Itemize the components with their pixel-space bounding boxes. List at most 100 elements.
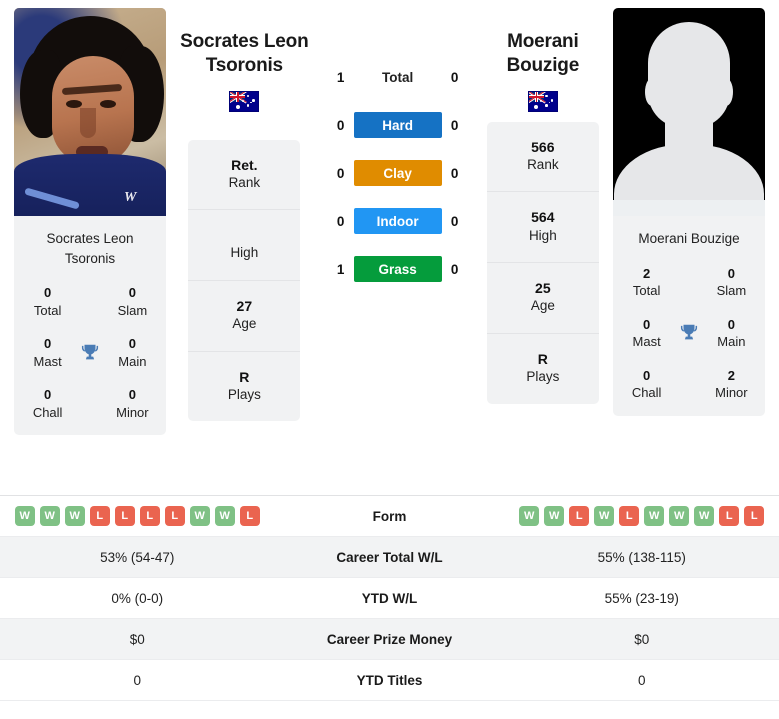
surface-row-hard: 0 Hard 0 — [323, 112, 473, 138]
stat-minor-label-left: Minor — [116, 404, 149, 420]
surface-row-total: 1 Total 0 — [323, 64, 473, 90]
form-strip-left: WWWLLLLWWL — [8, 506, 267, 526]
table-label-form: Form — [372, 508, 407, 524]
stat-slam-right: 0 Slam — [706, 265, 757, 300]
info-age-right: 25 Age — [486, 263, 599, 334]
trophy-icon-left — [73, 342, 107, 364]
stat-mast-right: 0 Mast — [621, 316, 672, 351]
player-info-column-left: Ret. Rank High 27 Age R Plays — [188, 139, 301, 422]
player-card-name-right: Moerani Bouzige — [638, 231, 740, 246]
form-badge-win[interactable]: W — [14, 506, 35, 526]
info-high-right: 564 High — [486, 192, 599, 264]
stat-mast-label-left: Mast — [33, 353, 62, 369]
stat-minor-value-left: 0 — [128, 387, 136, 403]
form-badge-loss[interactable]: L — [569, 506, 590, 526]
photo-nose — [80, 108, 96, 138]
form-badge-loss[interactable]: L — [744, 506, 765, 526]
info-rank-label-left: Rank — [228, 174, 261, 190]
surface-hard-right-value: 0 — [450, 117, 459, 133]
form-badge-win[interactable]: W — [214, 506, 235, 526]
stat-chall-value-left: 0 — [44, 387, 52, 403]
info-high-value-left — [192, 226, 296, 244]
info-age-value-left: 27 — [236, 297, 253, 314]
form-badge-win[interactable]: W — [189, 506, 210, 526]
player-name-right: Moerani Bouzige — [507, 8, 580, 79]
stat-chall-value-right: 0 — [643, 367, 651, 383]
form-badge-loss[interactable]: L — [114, 506, 135, 526]
surface-indoor-right-value: 0 — [450, 213, 459, 229]
photo-brand-logo: W — [124, 190, 137, 205]
stat-slam-value-left: 0 — [128, 285, 136, 301]
stat-slam-label-left: Slam — [117, 302, 148, 318]
stat-minor-left: 0 Minor — [107, 386, 158, 421]
surface-total-right-value: 0 — [450, 69, 459, 85]
form-left: WWWLLLLWWL — [0, 500, 275, 532]
stat-main-label-right: Main — [717, 334, 746, 350]
form-badge-win[interactable]: W — [694, 506, 715, 526]
table-row-form: WWWLLLLWWL Form WWLWLWWWLL — [0, 496, 779, 537]
silhouette-ear-right — [719, 78, 733, 106]
info-high-label-right: High — [528, 227, 557, 243]
form-badge-loss[interactable]: L — [619, 506, 640, 526]
player-photo-right — [613, 8, 765, 216]
surface-hard-left-value: 0 — [336, 117, 345, 133]
photo-eye-left — [66, 100, 82, 108]
surface-hard-label: Hard — [353, 112, 442, 138]
info-plays-value-right: R — [537, 350, 548, 367]
stat-minor-label-right: Minor — [715, 385, 748, 401]
info-plays-left: R Plays — [188, 351, 301, 422]
stat-main-right: 0 Main — [706, 316, 757, 351]
player-card-right: Moerani Bouzige 2 Total 0 Slam 0 Mast 0 … — [613, 8, 765, 416]
stat-slam-value-right: 0 — [727, 265, 735, 281]
silhouette-ear-left — [645, 78, 659, 106]
player-card-left: W Socrates Leon Tsoronis 0 Total 0 Slam — [14, 8, 166, 436]
info-plays-value-left: R — [239, 368, 250, 385]
form-badge-loss[interactable]: L — [89, 506, 110, 526]
player-name-left: Socrates Leon Tsoronis — [180, 8, 309, 79]
comparison-table: WWWLLLLWWL Form WWLWLWWWLL 53% (54-47) C… — [0, 495, 779, 701]
form-badge-loss[interactable]: L — [719, 506, 740, 526]
comparison-header: W Socrates Leon Tsoronis 0 Total 0 Slam — [0, 0, 779, 495]
info-rank-right: 566 Rank — [486, 121, 599, 193]
form-badge-win[interactable]: W — [594, 506, 615, 526]
surface-titles-column: 1 Total 0 0 Hard 0 0 Clay 0 0 Indoor 0 1 — [323, 8, 473, 282]
info-rank-value-left: Ret. — [231, 156, 258, 173]
info-high-label-left: High — [230, 245, 259, 261]
form-badge-loss[interactable]: L — [139, 506, 160, 526]
stat-chall-left: 0 Chall — [22, 386, 73, 421]
form-badge-win[interactable]: W — [669, 506, 690, 526]
player-name-column-right: Moerani Bouzige 566 Rank 564 High 25 Age… — [473, 8, 613, 404]
player-name-right-line1: Moerani — [507, 31, 579, 52]
form-right: WWLWLWWWLL — [505, 500, 779, 532]
form-badge-win[interactable]: W — [644, 506, 665, 526]
form-badge-win[interactable]: W — [64, 506, 85, 526]
surface-grass-label: Grass — [353, 256, 442, 282]
form-strip-right: WWLWLWWWLL — [513, 506, 772, 526]
silhouette-base — [613, 200, 765, 216]
surface-total-label: Total — [382, 69, 414, 85]
player-titles-panel-right: Moerani Bouzige 2 Total 0 Slam 0 Mast 0 … — [613, 216, 765, 416]
stat-total-value-left: 0 — [44, 285, 52, 301]
ytd-titles-right: 0 — [637, 672, 646, 688]
career-prize-money-left: $0 — [129, 631, 145, 647]
stat-total-value-right: 2 — [643, 265, 651, 281]
info-age-value-right: 25 — [535, 280, 551, 297]
form-badge-loss[interactable]: L — [239, 506, 260, 526]
form-badge-win[interactable]: W — [544, 506, 565, 526]
ytd-wl-left: 0% (0-0) — [111, 590, 164, 606]
surface-clay-label: Clay — [353, 160, 442, 186]
titles-row-chall-minor-left: 0 Chall 0 Minor — [22, 386, 158, 421]
surface-grass-right-value: 0 — [450, 261, 459, 277]
form-badge-loss[interactable]: L — [164, 506, 185, 526]
surface-clay-right-value: 0 — [450, 165, 459, 181]
stat-total-right: 2 Total — [621, 265, 672, 300]
stat-minor-value-right: 2 — [727, 367, 735, 383]
form-badge-win[interactable]: W — [39, 506, 60, 526]
player-card-name-left: Socrates Leon Tsoronis — [46, 231, 134, 266]
form-badge-win[interactable]: W — [519, 506, 540, 526]
table-row-ytd-titles: 0 YTD Titles 0 — [0, 660, 779, 701]
surface-indoor-left-value: 0 — [336, 213, 345, 229]
info-high-left: High — [188, 210, 301, 281]
stat-chall-label-left: Chall — [32, 404, 63, 420]
player-info-column-right: 566 Rank 564 High 25 Age R Plays — [486, 121, 599, 404]
